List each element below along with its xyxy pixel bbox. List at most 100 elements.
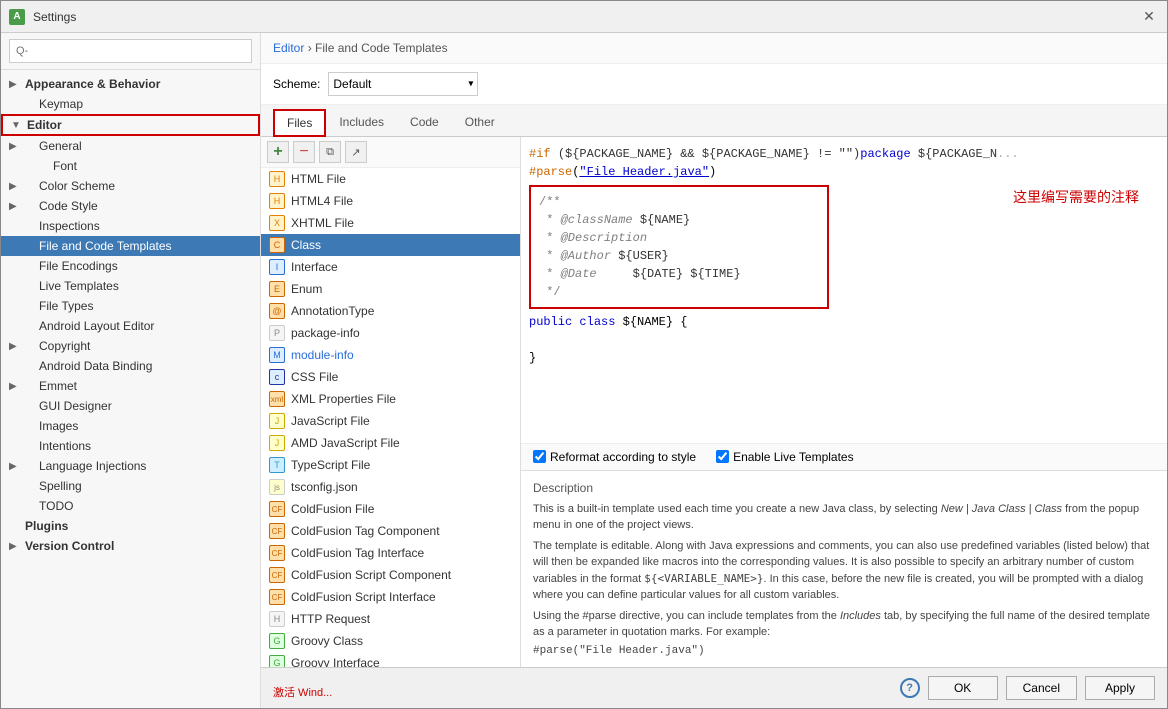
file-item-html[interactable]: H HTML File — [261, 168, 520, 190]
file-item-annotationtype[interactable]: @ AnnotationType — [261, 300, 520, 322]
amd-js-icon: J — [269, 435, 285, 451]
tab-other[interactable]: Other — [452, 109, 508, 136]
cancel-button[interactable]: Cancel — [1006, 676, 1077, 700]
expand-icon: ▶ — [9, 141, 23, 152]
cf-tag-interface-icon: CF — [269, 545, 285, 561]
sidebar-item-copyright[interactable]: ▶ Copyright — [1, 336, 260, 356]
file-item-http-request[interactable]: H HTTP Request — [261, 608, 520, 630]
close-button[interactable]: ✕ — [1139, 7, 1159, 27]
bottom-buttons: 激活 Wind... ? OK Cancel Apply — [261, 667, 1167, 708]
tab-includes[interactable]: Includes — [326, 109, 397, 136]
file-item-groovy-class[interactable]: G Groovy Class — [261, 630, 520, 652]
description-title: Description — [533, 479, 1155, 497]
sidebar-item-gui-designer[interactable]: ▶ GUI Designer — [1, 396, 260, 416]
apply-button[interactable]: Apply — [1085, 676, 1155, 700]
sidebar-item-general[interactable]: ▶ General — [1, 136, 260, 156]
tab-code[interactable]: Code — [397, 109, 452, 136]
file-item-tsconfig[interactable]: js tsconfig.json — [261, 476, 520, 498]
sidebar-item-plugins[interactable]: ▶ Plugins — [1, 516, 260, 536]
file-item-css[interactable]: c CSS File — [261, 366, 520, 388]
xml-props-icon: xml — [269, 391, 285, 407]
sidebar-item-file-types[interactable]: ▶ File Types — [1, 296, 260, 316]
css-icon: c — [269, 369, 285, 385]
copy-button[interactable]: ⧉ — [319, 141, 341, 163]
expand-icon: ▶ — [9, 541, 23, 552]
sidebar-item-todo[interactable]: ▶ TODO — [1, 496, 260, 516]
cf-script-component-icon: CF — [269, 567, 285, 583]
file-item-module-info[interactable]: M module-info — [261, 344, 520, 366]
editor-panel: #if (${PACKAGE_NAME} && ${PACKAGE_NAME} … — [521, 137, 1167, 667]
search-input[interactable] — [9, 39, 252, 63]
file-item-cf-script-component[interactable]: CF ColdFusion Script Component — [261, 564, 520, 586]
groovy-class-icon: G — [269, 633, 285, 649]
file-item-groovy-interface[interactable]: G Groovy Interface — [261, 652, 520, 667]
sidebar-item-spelling[interactable]: ▶ Spelling — [1, 476, 260, 496]
expand-icon: ▶ — [9, 341, 23, 352]
comment-box: /** * @className ${NAME} * @Description … — [529, 185, 829, 309]
sidebar-item-version-control[interactable]: ▶ Version Control — [1, 536, 260, 556]
file-item-cf-script-interface[interactable]: CF ColdFusion Script Interface — [261, 586, 520, 608]
enum-icon: E — [269, 281, 285, 297]
win-activate-text: 激活 Wind... — [273, 684, 332, 700]
reformat-checkbox[interactable]: Reformat according to style — [533, 450, 696, 464]
file-item-xml-props[interactable]: xml XML Properties File — [261, 388, 520, 410]
expand-icon: ▶ — [9, 181, 23, 192]
annotation-label: 这里编写需要的注释 — [1013, 189, 1139, 210]
tabs-row: Files Includes Code Other — [261, 105, 1167, 137]
file-item-amd-js[interactable]: J AMD JavaScript File — [261, 432, 520, 454]
sidebar-item-language-injections[interactable]: ▶ Language Injections — [1, 456, 260, 476]
help-button[interactable]: ? — [900, 678, 920, 698]
main-content: ▶ Appearance & Behavior ▶ Keymap ▼ Edito… — [1, 33, 1167, 708]
file-item-interface[interactable]: I Interface — [261, 256, 520, 278]
code-editor[interactable]: #if (${PACKAGE_NAME} && ${PACKAGE_NAME} … — [521, 137, 1167, 443]
sidebar-item-images[interactable]: ▶ Images — [1, 416, 260, 436]
file-item-xhtml[interactable]: X XHTML File — [261, 212, 520, 234]
annotationtype-icon: @ — [269, 303, 285, 319]
sidebar-item-android-data-binding[interactable]: ▶ Android Data Binding — [1, 356, 260, 376]
breadcrumb-current: File and Code Templates — [315, 41, 448, 55]
expand-icon: ▶ — [9, 381, 23, 392]
sidebar-item-codestyle[interactable]: ▶ Code Style — [1, 196, 260, 216]
tsconfig-icon: js — [269, 479, 285, 495]
add-button[interactable]: + — [267, 141, 289, 163]
file-item-class[interactable]: C Class — [261, 234, 520, 256]
sidebar-item-live-templates[interactable]: ▶ Live Templates — [1, 276, 260, 296]
code-line-close: } — [529, 349, 1159, 367]
file-item-enum[interactable]: E Enum — [261, 278, 520, 300]
file-item-cf-tag-component[interactable]: CF ColdFusion Tag Component — [261, 520, 520, 542]
sidebar-item-colorscheme[interactable]: ▶ Color Scheme — [1, 176, 260, 196]
scheme-select[interactable]: Default Project — [328, 72, 478, 96]
remove-button[interactable]: − — [293, 141, 315, 163]
sidebar-item-android-layout[interactable]: ▶ Android Layout Editor — [1, 316, 260, 336]
reset-button[interactable]: ↗ — [345, 141, 367, 163]
window-title: Settings — [33, 10, 1139, 24]
file-list-toolbar: + − ⧉ ↗ — [261, 137, 520, 168]
sidebar-item-keymap[interactable]: ▶ Keymap — [1, 94, 260, 114]
options-row: Reformat according to style Enable Live … — [521, 443, 1167, 470]
ok-button[interactable]: OK — [928, 676, 998, 700]
sidebar-item-file-code-templates[interactable]: ▶ File and Code Templates — [1, 236, 260, 256]
app-icon: A — [9, 9, 25, 25]
settings-window: A Settings ✕ ▶ Appearance & Behavior ▶ K… — [0, 0, 1168, 709]
file-item-html4[interactable]: H HTML4 File — [261, 190, 520, 212]
scheme-row: Scheme: Default Project — [261, 64, 1167, 105]
file-item-package-info[interactable]: P package-info — [261, 322, 520, 344]
sidebar-item-emmet[interactable]: ▶ Emmet — [1, 376, 260, 396]
file-item-js[interactable]: J JavaScript File — [261, 410, 520, 432]
sidebar-item-font[interactable]: ▶ Font — [1, 156, 260, 176]
file-item-ts[interactable]: T TypeScript File — [261, 454, 520, 476]
sidebar-item-file-encodings[interactable]: ▶ File Encodings — [1, 256, 260, 276]
file-item-coldfusion[interactable]: CF ColdFusion File — [261, 498, 520, 520]
interface-icon: I — [269, 259, 285, 275]
code-line-2: #parse("File Header.java") — [529, 163, 1159, 181]
file-item-cf-tag-interface[interactable]: CF ColdFusion Tag Interface — [261, 542, 520, 564]
sidebar-item-appearance[interactable]: ▶ Appearance & Behavior — [1, 74, 260, 94]
sidebar-item-inspections[interactable]: ▶ Inspections — [1, 216, 260, 236]
expand-icon: ▶ — [9, 201, 23, 212]
tab-files[interactable]: Files — [273, 109, 326, 137]
code-line-class: public class ${NAME} { — [529, 313, 1159, 331]
sidebar-item-editor[interactable]: ▼ Editor — [1, 114, 260, 136]
html-icon: H — [269, 171, 285, 187]
live-templates-checkbox[interactable]: Enable Live Templates — [716, 450, 854, 464]
sidebar-item-intentions[interactable]: ▶ Intentions — [1, 436, 260, 456]
